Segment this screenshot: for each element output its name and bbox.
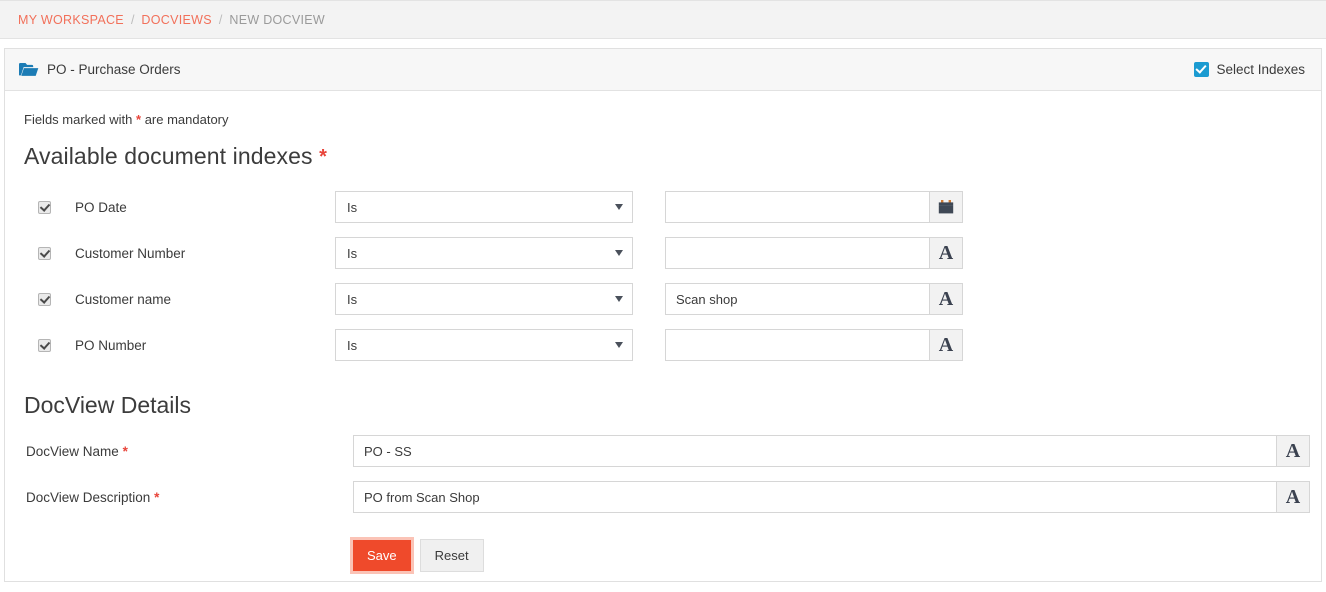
index-operator-cell: Is [335, 191, 665, 223]
text-field-icon[interactable]: A [929, 283, 963, 315]
index-label: PO Date [75, 199, 127, 215]
text-field-icon[interactable]: A [929, 329, 963, 361]
index-checkbox-cell: PO Number [5, 338, 335, 353]
customer-name-input[interactable] [665, 283, 929, 315]
docview-name-label-text: DocView Name [26, 443, 119, 459]
docview-details-heading: DocView Details [24, 392, 192, 418]
mandatory-note-prefix: Fields marked with [24, 112, 133, 127]
index-value-group: A [665, 283, 963, 315]
breadcrumb-separator: / [130, 12, 135, 27]
index-label: Customer Number [75, 245, 186, 261]
select-indexes-label: Select Indexes [1216, 62, 1305, 77]
required-marker: * [154, 489, 160, 505]
docview-name-row: DocView Name * A [5, 428, 1321, 474]
mandatory-note: Fields marked with * are mandatory [24, 112, 1321, 127]
po-date-input[interactable] [665, 191, 929, 223]
index-label: PO Number [75, 337, 147, 353]
text-field-icon-label: A [1285, 486, 1301, 508]
breadcrumb-item-docviews[interactable]: DOCVIEWS [141, 13, 211, 27]
index-value-cell: A [665, 329, 963, 361]
calendar-icon[interactable] [929, 191, 963, 223]
po-number-input[interactable] [665, 329, 929, 361]
mandatory-note-suffix: are mandatory [144, 112, 229, 127]
docview-description-label: DocView Description * [26, 490, 353, 505]
operator-select-value: Is [347, 337, 358, 353]
text-field-icon-label: A [938, 242, 954, 264]
index-row: PO Number Is A [5, 322, 1321, 368]
docview-panel: PO - Purchase Orders Select Indexes Fiel… [4, 48, 1322, 582]
index-label: Customer name [75, 291, 172, 307]
required-marker: * [319, 146, 327, 168]
index-checkbox-cell: PO Date [5, 200, 335, 215]
save-button[interactable]: Save [350, 537, 414, 574]
chevron-down-icon [615, 296, 623, 302]
text-field-icon[interactable]: A [929, 237, 963, 269]
index-value-group: A [665, 237, 963, 269]
available-indexes-heading: Available document indexes * [24, 143, 1321, 170]
chevron-down-icon [615, 250, 623, 256]
index-value-cell: A [665, 237, 963, 269]
index-operator-cell: Is [335, 283, 665, 315]
breadcrumb-item-new-docview: NEW DOCVIEW [229, 12, 326, 27]
breadcrumb-item-my-workspace[interactable]: MY WORKSPACE [18, 13, 124, 27]
operator-select[interactable]: Is [335, 237, 633, 269]
panel-title-group: PO - Purchase Orders [19, 62, 181, 77]
checkbox-checked-icon[interactable] [38, 246, 51, 260]
operator-select-value: Is [347, 291, 358, 307]
docview-name-label: DocView Name * [26, 444, 353, 459]
index-row: Customer Number Is A [5, 230, 1321, 276]
operator-select[interactable]: Is [335, 283, 633, 315]
text-field-icon[interactable]: A [1276, 435, 1310, 467]
operator-select[interactable]: Is [335, 191, 633, 223]
index-checkbox-cell: Customer Number [5, 246, 335, 261]
checkbox-checked-icon[interactable] [1194, 62, 1210, 77]
breadcrumb-separator: / [218, 12, 223, 27]
text-field-icon[interactable]: A [1276, 481, 1310, 513]
chevron-down-icon [615, 342, 623, 348]
docview-description-input[interactable] [353, 481, 1276, 513]
checkbox-checked-icon[interactable] [38, 292, 51, 306]
index-value-group: A [665, 329, 963, 361]
index-value-group [665, 191, 963, 223]
panel-body: Fields marked with * are mandatory Avail… [5, 91, 1321, 574]
operator-select-value: Is [347, 245, 358, 261]
docview-name-group: A [353, 435, 1310, 467]
docview-description-row: DocView Description * A [5, 474, 1321, 520]
index-checkbox-cell: Customer name [5, 292, 335, 307]
select-indexes-toggle[interactable]: Select Indexes [1194, 62, 1305, 77]
text-field-icon-label: A [938, 288, 954, 310]
folder-open-icon [19, 62, 39, 77]
docview-description-label-text: DocView Description [26, 489, 151, 505]
index-value-cell [665, 191, 963, 223]
index-row: Customer name Is A [5, 276, 1321, 322]
docview-description-group: A [353, 481, 1310, 513]
docview-name-input[interactable] [353, 435, 1276, 467]
text-field-icon-label: A [938, 334, 954, 356]
customer-number-input[interactable] [665, 237, 929, 269]
index-row: PO Date Is [5, 184, 1321, 230]
panel-title: PO - Purchase Orders [47, 62, 181, 77]
index-value-cell: A [665, 283, 963, 315]
available-indexes-heading-text: Available document indexes [24, 143, 313, 169]
required-marker: * [136, 112, 142, 127]
index-operator-cell: Is [335, 237, 665, 269]
form-actions: Save Reset [350, 537, 1321, 574]
operator-select[interactable]: Is [335, 329, 633, 361]
checkbox-checked-icon[interactable] [38, 200, 51, 214]
panel-header: PO - Purchase Orders Select Indexes [5, 49, 1321, 91]
breadcrumb: MY WORKSPACE / DOCVIEWS / NEW DOCVIEW [0, 0, 1326, 39]
index-operator-cell: Is [335, 329, 665, 361]
text-field-icon-label: A [1285, 440, 1301, 462]
reset-button[interactable]: Reset [419, 539, 484, 572]
index-rows: PO Date Is Customer Number Is A Customer… [5, 184, 1321, 368]
checkbox-checked-icon[interactable] [38, 338, 51, 352]
operator-select-value: Is [347, 199, 358, 215]
chevron-down-icon [615, 204, 623, 210]
required-marker: * [122, 443, 128, 459]
